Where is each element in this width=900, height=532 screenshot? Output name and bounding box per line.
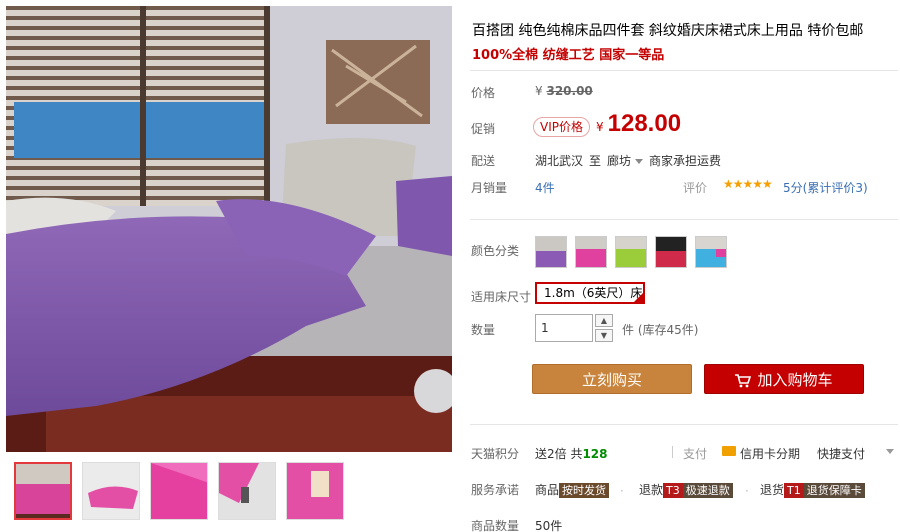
product-subtitle: 100%全棉 纺缝工艺 国家一等品 (472, 48, 665, 63)
credit-installment-link[interactable]: 信用卡分期 (740, 445, 800, 462)
fast-refund-badge: 极速退款 (682, 483, 733, 498)
shipping-info: 湖北武汉至廊坊 商家承担运费 (535, 152, 721, 169)
shipping-fee: 商家承担运费 (649, 154, 722, 168)
divider (470, 70, 898, 71)
quantity-label: 数量 (471, 323, 496, 337)
color-swatch-pink[interactable] (575, 236, 607, 268)
divider (470, 219, 898, 220)
stock-text: 件 (库存45件) (622, 323, 699, 337)
monthly-sales-label: 月销量 (471, 181, 508, 195)
stock-count-label: 商品数量 (471, 519, 520, 532)
bedroom-photo (6, 6, 452, 452)
color-label: 颜色分类 (471, 244, 520, 258)
buy-now-button[interactable]: 立刻购买 (532, 364, 692, 394)
price-label: 价格 (471, 86, 496, 100)
bed-size-option-selected[interactable]: 1.8m（6英尺）床 (535, 282, 645, 304)
ontime-delivery-badge: 按时发货 (559, 483, 610, 498)
service-return-prefix: 退货 (760, 483, 785, 497)
product-title: 百搭团 纯色纯棉床品四件套 斜纹婚庆床裙式床上用品 特价包邮 (472, 23, 864, 39)
promo-currency: ¥ (596, 120, 604, 134)
separator-dot: · (620, 484, 624, 498)
divider (672, 446, 673, 458)
thumbnail-4[interactable] (218, 462, 276, 520)
service-ontime-prefix: 商品 (535, 483, 560, 497)
promo-price-value: 128.00 (607, 110, 682, 137)
quantity-decrease-button[interactable]: ▼ (595, 329, 613, 342)
ship-to-word: 至 (589, 154, 602, 168)
service-refund-prefix: 退款 (639, 483, 664, 497)
divider (470, 424, 898, 425)
ship-to-dropdown[interactable]: 廊坊 (607, 154, 631, 168)
points-label: 天猫积分 (471, 447, 520, 461)
bed-size-label: 适用床尺寸 (471, 290, 532, 304)
credit-card-icon (722, 446, 736, 456)
t1-badge: T1 (784, 483, 804, 498)
t3-badge: T3 (663, 483, 683, 498)
separator-dot: · (745, 484, 749, 498)
thumbnail-5[interactable] (286, 462, 344, 520)
quick-pay-link[interactable]: 快捷支付 (817, 445, 865, 462)
shipping-label: 配送 (471, 154, 496, 168)
ship-from: 湖北武汉 (535, 154, 584, 168)
stock-count-value: 50件 (535, 519, 563, 532)
promo-label: 促销 (471, 122, 496, 136)
color-swatch-green[interactable] (615, 236, 647, 268)
selected-check-icon (634, 293, 643, 302)
thumbnail-3[interactable] (150, 462, 208, 520)
quantity-increase-button[interactable]: ▲ (595, 314, 613, 327)
chevron-down-icon[interactable] (635, 159, 644, 164)
original-price: ¥ 320.00 (535, 84, 593, 98)
color-swatch-blue[interactable] (695, 236, 727, 268)
payment-label: 支付 (683, 447, 708, 461)
service-refund: 退款 T3 极速退款 (639, 481, 733, 498)
vip-price-badge: VIP价格 (533, 117, 590, 137)
add-to-cart-button[interactable]: 加入购物车 (704, 364, 864, 394)
color-swatch-purple[interactable] (535, 236, 567, 268)
monthly-sales-value: 4件 (535, 181, 555, 195)
promo-price: ¥128.00 (596, 110, 681, 138)
add-to-cart-label: 加入购物车 (757, 371, 833, 389)
thumbnail-2[interactable] (82, 462, 140, 520)
main-product-image[interactable] (6, 6, 452, 452)
rating-summary-link[interactable]: 5分(累计评价3) (783, 179, 868, 196)
points-info: 送2倍 共128 (535, 445, 608, 462)
quantity-input[interactable] (535, 314, 593, 342)
original-price-value: 320.00 (546, 84, 593, 98)
star-rating-icon: ★★★★★ (723, 177, 773, 191)
service-label: 服务承诺 (471, 483, 520, 497)
bed-size-value: 1.8m（6英尺）床 (544, 286, 643, 300)
chevron-down-icon[interactable] (886, 449, 894, 454)
rating-label: 评价 (683, 181, 708, 195)
original-price-currency: ¥ (535, 84, 543, 98)
cart-icon (735, 373, 752, 387)
service-return: 退货 T1 退货保障卡 (760, 481, 865, 498)
color-swatch-black-red[interactable] (655, 236, 687, 268)
points-prefix: 送2倍 共 (535, 447, 583, 461)
service-ontime: 商品 按时发货 (535, 481, 610, 498)
points-value: 128 (582, 447, 608, 461)
return-guarantee-badge: 退货保障卡 (803, 483, 865, 498)
thumbnail-1[interactable] (14, 462, 72, 520)
